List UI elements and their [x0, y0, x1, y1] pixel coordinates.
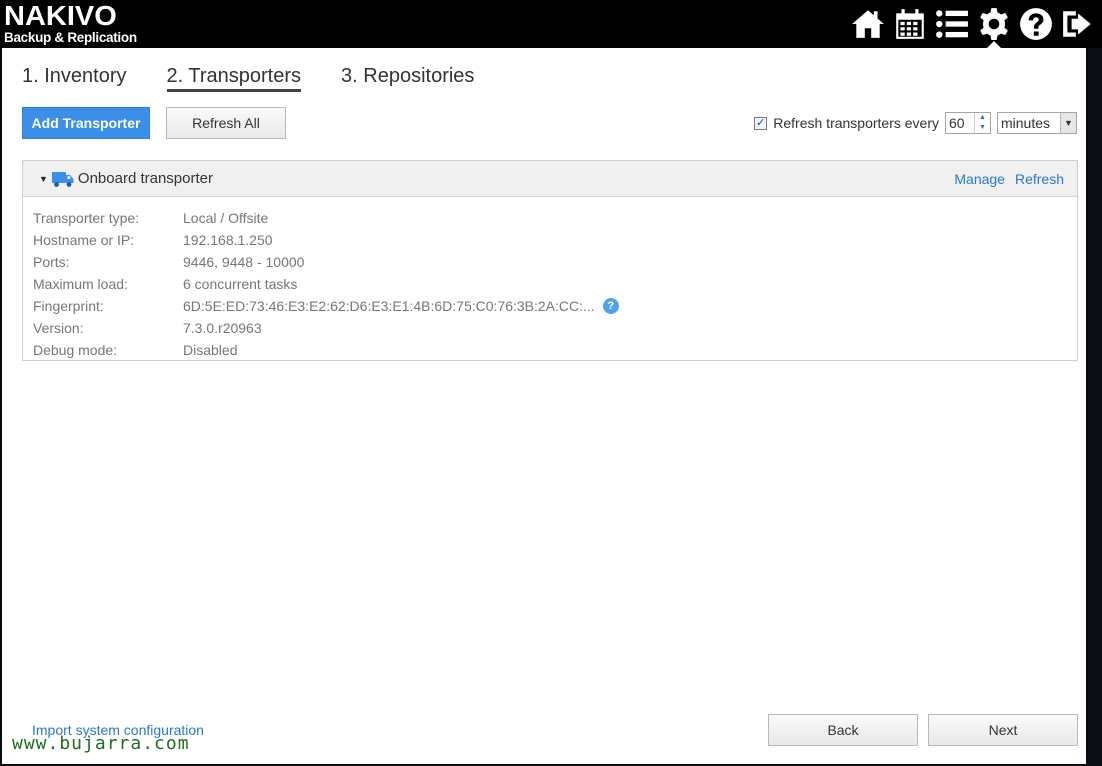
fingerprint-value-wrap: 6D:5E:ED:73:46:E3:E2:62:D6:E3:E1:4B:6D:7… [183, 298, 619, 314]
property-row: Debug mode: Disabled [33, 339, 1077, 361]
step-inventory[interactable]: 1. Inventory [22, 65, 127, 92]
stepper-down-icon[interactable]: ▼ [975, 123, 990, 133]
property-value: Local / Offsite [183, 210, 269, 226]
wizard-steps: 1. Inventory 2. Transporters 3. Reposito… [22, 65, 474, 92]
property-row: Ports: 9446, 9448 - 10000 [33, 251, 1077, 273]
back-button[interactable]: Back [768, 714, 918, 746]
chevron-down-icon[interactable]: ▼ [1060, 113, 1076, 133]
logo-main-text: NAKIVO [4, 1, 117, 32]
auto-refresh-label: Refresh transporters every [773, 115, 939, 131]
refresh-all-button[interactable]: Refresh All [166, 107, 286, 139]
top-bar: NAKIVO Backup & Replication [0, 0, 1102, 48]
auto-refresh-option: ✓ Refresh transporters every 60 ▲ ▼ minu… [754, 111, 1077, 135]
transporter-card: ▼ Onboard transporter Manage Refresh Tra… [22, 160, 1078, 361]
watermark-text: www.bujarra.com [12, 733, 190, 754]
property-row: Transporter type: Local / Offsite [33, 207, 1077, 229]
help-icon[interactable] [1018, 5, 1054, 43]
property-value: 192.168.1.250 [183, 232, 273, 248]
add-transporter-button[interactable]: Add Transporter [22, 107, 150, 139]
refresh-unit-value: minutes [1001, 115, 1051, 131]
property-label: Transporter type: [33, 210, 140, 226]
property-row: Fingerprint: 6D:5E:ED:73:46:E3:E2:62:D6:… [33, 295, 1077, 317]
property-label: Hostname or IP: [33, 232, 135, 248]
transporter-properties: Transporter type: Local / Offsite Hostna… [23, 197, 1077, 361]
transporter-card-header[interactable]: ▼ Onboard transporter Manage Refresh [23, 161, 1077, 197]
next-button[interactable]: Next [928, 714, 1078, 746]
property-label: Fingerprint: [33, 298, 104, 314]
property-value: 7.3.0.r20963 [183, 320, 262, 336]
property-value: Disabled [183, 342, 238, 358]
property-label: Maximum load: [33, 276, 128, 292]
help-icon[interactable]: ? [602, 298, 619, 314]
stepper-arrows[interactable]: ▲ ▼ [974, 113, 990, 133]
refresh-unit-select[interactable]: minutes ▼ [997, 112, 1077, 134]
transporter-name: Onboard transporter [77, 170, 213, 187]
logout-icon[interactable] [1060, 5, 1096, 43]
gear-icon[interactable] [976, 5, 1012, 43]
truck-icon [51, 171, 74, 187]
top-icon-bar [850, 4, 1096, 44]
main-panel: 1. Inventory 2. Transporters 3. Reposito… [2, 48, 1086, 764]
logo-sub-text: Backup & Replication [4, 30, 137, 45]
auto-refresh-checkbox[interactable]: ✓ [754, 116, 768, 130]
property-label: Version: [33, 320, 84, 336]
property-value: 6D:5E:ED:73:46:E3:E2:62:D6:E3:E1:4B:6D:7… [183, 298, 595, 314]
property-label: Ports: [33, 254, 70, 270]
property-label: Debug mode: [33, 342, 118, 358]
list-icon[interactable] [934, 5, 970, 43]
property-value: 6 concurrent tasks [183, 276, 298, 292]
calendar-icon[interactable] [892, 5, 928, 43]
card-actions: Manage Refresh [954, 171, 1064, 187]
expand-caret-icon[interactable]: ▼ [39, 174, 48, 184]
property-row: Maximum load: 6 concurrent tasks [33, 273, 1077, 295]
refresh-interval-value[interactable]: 60 [946, 113, 974, 133]
step-repositories[interactable]: 3. Repositories [341, 65, 474, 92]
refresh-interval-stepper[interactable]: 60 ▲ ▼ [945, 112, 991, 134]
nakivo-logo: NAKIVO Backup & Replication [4, 2, 154, 46]
property-row: Hostname or IP: 192.168.1.250 [33, 229, 1077, 251]
manage-link[interactable]: Manage [954, 171, 1005, 187]
step-transporters[interactable]: 2. Transporters [166, 65, 302, 92]
home-icon[interactable] [850, 5, 886, 43]
property-value: 9446, 9448 - 10000 [183, 254, 305, 270]
property-row: Version: 7.3.0.r20963 [33, 317, 1077, 339]
refresh-link[interactable]: Refresh [1015, 171, 1064, 187]
stepper-up-icon[interactable]: ▲ [975, 113, 990, 123]
